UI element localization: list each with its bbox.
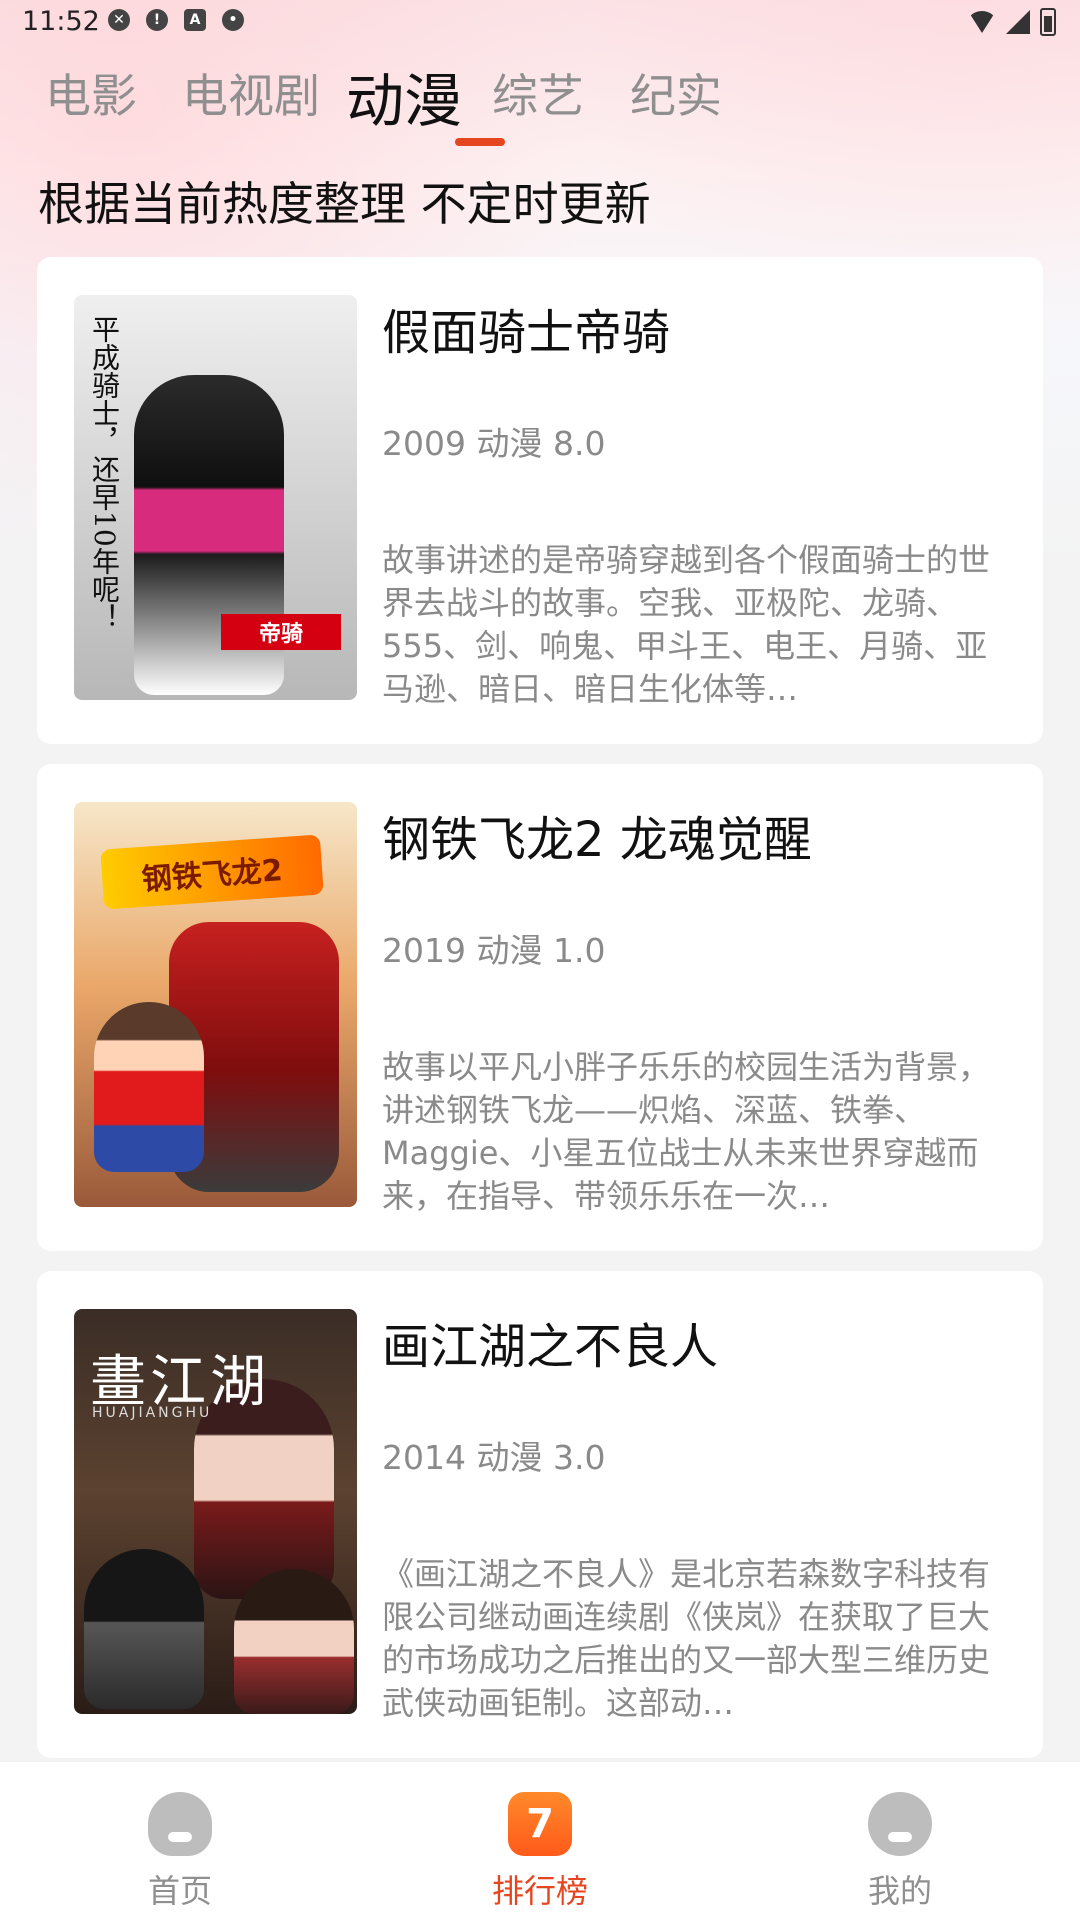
profile-icon	[868, 1792, 932, 1856]
nav-profile-label: 我的	[867, 1872, 932, 1910]
rank-icon-badge: 7	[526, 1801, 554, 1847]
poster-title-logo: 钢铁飞龙2	[100, 834, 324, 910]
shield-icon: •	[222, 9, 244, 31]
close-circle-icon: ✕	[108, 9, 130, 31]
poster-image[interactable]: 钢铁飞龙2	[74, 802, 357, 1207]
status-system-icons	[968, 8, 1056, 36]
home-icon	[148, 1792, 212, 1856]
poster-image[interactable]: 平成骑士，还早10年呢！ 帝骑	[74, 295, 357, 700]
item-title[interactable]: 假面骑士帝骑	[382, 293, 670, 363]
poster-character-figure	[234, 1569, 354, 1714]
item-description: 《画江湖之不良人》是北京若森数字科技有限公司继动画连续剧《侠岚》在获取了巨大的市…	[382, 1555, 991, 1722]
poster-kid-figure	[94, 1002, 204, 1172]
tab-anime[interactable]: 动漫	[346, 54, 462, 138]
tab-documentary[interactable]: 纪实	[630, 60, 722, 126]
item-description: 故事讲述的是帝骑穿越到各个假面骑士的世界去战斗的故事。空我、亚极陀、龙骑、555…	[382, 541, 991, 708]
ranking-item-card[interactable]: 钢铁飞龙2 钢铁飞龙2 龙魂觉醒 2019 动漫 1.0 故事以平凡小胖子乐乐的…	[37, 764, 1043, 1251]
ranking-subtitle: 根据当前热度整理 不定时更新	[38, 177, 651, 231]
status-time: 11:52	[22, 6, 100, 37]
rank-icon: 7	[508, 1792, 572, 1856]
status-bar: 11:52 ✕ ! A •	[0, 0, 1080, 44]
category-tabs: 电影 电视剧 动漫 综艺 纪实	[0, 60, 1080, 140]
signal-icon	[1006, 10, 1030, 34]
item-meta: 2009 动漫 8.0	[382, 424, 606, 463]
a-square-icon: A	[184, 9, 206, 31]
poster-image[interactable]: 畫江湖 HUAJIANGHU	[74, 1309, 357, 1714]
poster-logo: 帝骑	[221, 614, 341, 650]
nav-profile[interactable]: 我的	[800, 1762, 1000, 1920]
active-tab-indicator	[455, 138, 505, 146]
nav-ranking-label: 排行榜	[491, 1872, 588, 1910]
alert-circle-icon: !	[146, 9, 168, 31]
tab-tv-series[interactable]: 电视剧	[182, 60, 320, 126]
battery-icon	[1040, 8, 1056, 36]
tab-variety[interactable]: 综艺	[492, 60, 584, 126]
item-description: 故事以平凡小胖子乐乐的校园生活为背景，讲述钢铁飞龙——炽焰、深蓝、铁拳、Magg…	[382, 1048, 991, 1215]
bottom-navigation: 首页 7 排行榜 我的	[0, 1762, 1080, 1920]
poster-character-figure	[84, 1549, 204, 1709]
tab-movie[interactable]: 电影	[45, 60, 137, 126]
poster-subtitle: HUAJIANGHU	[92, 1405, 213, 1421]
item-title[interactable]: 画江湖之不良人	[382, 1307, 718, 1377]
poster-tagline: 平成骑士，还早10年呢！	[88, 315, 121, 631]
wifi-icon	[968, 11, 996, 33]
nav-home-label: 首页	[147, 1872, 212, 1910]
ranking-item-card[interactable]: 平成骑士，还早10年呢！ 帝骑 假面骑士帝骑 2009 动漫 8.0 故事讲述的…	[37, 257, 1043, 744]
item-meta: 2014 动漫 3.0	[382, 1438, 606, 1477]
nav-home[interactable]: 首页	[80, 1762, 280, 1920]
status-notification-icons: ✕ ! A •	[108, 9, 244, 31]
ranking-item-card[interactable]: 畫江湖 HUAJIANGHU 画江湖之不良人 2014 动漫 3.0 《画江湖之…	[37, 1271, 1043, 1758]
item-meta: 2019 动漫 1.0	[382, 931, 606, 970]
nav-ranking[interactable]: 7 排行榜	[440, 1762, 640, 1920]
item-title[interactable]: 钢铁飞龙2 龙魂觉醒	[382, 800, 812, 870]
